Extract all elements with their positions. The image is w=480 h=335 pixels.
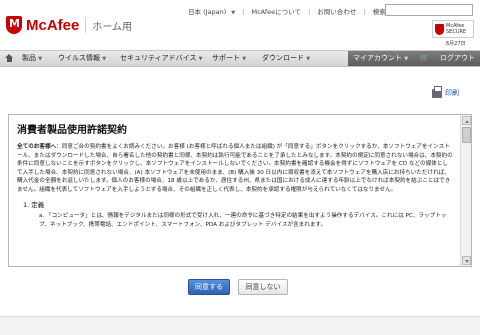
search-label: 検索	[372, 8, 386, 16]
license-paragraph-lead: 全てのお客様へ	[17, 144, 57, 150]
nav-item-products[interactable]: 製品 ▼	[22, 51, 42, 66]
license-section-heading: 1. 定義	[23, 201, 45, 209]
agree-button[interactable]: 同意する	[188, 279, 230, 295]
nav-label: サポート	[212, 54, 240, 62]
nav-label: セキュリティアドバイス	[120, 54, 197, 62]
nav-item-security-advice[interactable]: セキュリティアドバイス ▼	[120, 51, 202, 66]
chevron-down-icon: ▼	[404, 56, 409, 62]
contact-link[interactable]: お問い合わせ	[317, 8, 356, 16]
home-icon[interactable]	[5, 54, 14, 62]
scroll-thumb[interactable]	[462, 127, 471, 143]
chevron-down-icon: ▼	[102, 56, 107, 62]
secure-badge[interactable]: McAfee SECURE	[432, 20, 474, 38]
nav-item-my-account[interactable]: マイアカウント ▼	[353, 51, 408, 66]
mcafee-shield-icon	[6, 16, 22, 34]
top-links: 日本 (Japan) ▼ | McAfeeについて | お問い合わせ | 検索	[188, 6, 391, 16]
license-definition-item: a. 「コンピュータ」とは、情報をデジタルまたは同様の形式で受け入れ、一連の命令…	[39, 213, 447, 228]
divider: |	[242, 8, 245, 16]
divider	[85, 17, 87, 33]
about-link[interactable]: McAfeeについて	[252, 8, 302, 16]
chevron-down-icon: ▼	[38, 56, 43, 62]
printer-icon	[432, 85, 442, 98]
license-paragraph: 全てのお客様へ：同意ご合の契約書をよくお読みください。お客様 (お客様と呼ばれる…	[17, 143, 453, 194]
nav-label: ダウンロード	[262, 54, 304, 62]
print-label: 印刷	[445, 89, 459, 97]
search-input[interactable]	[385, 4, 473, 16]
disagree-button[interactable]: 同意しない	[238, 279, 288, 295]
logout-link[interactable]: ログアウト	[440, 51, 475, 66]
print-link[interactable]: 印刷	[432, 85, 459, 98]
region-link[interactable]: 日本 (Japan)	[188, 8, 226, 16]
scroll-up-icon[interactable]	[462, 116, 471, 125]
scroll-down-icon[interactable]	[462, 256, 471, 265]
secure-badge-text: McAfee SECURE	[446, 23, 466, 35]
license-title: 消費者製品使用許諾契約	[17, 125, 127, 136]
nav-item-download[interactable]: ダウンロード ▼	[262, 51, 310, 66]
chevron-down-icon: ▼	[242, 56, 247, 62]
nav-item-support[interactable]: サポート ▼	[212, 51, 246, 66]
secure-date: 6月27日	[446, 41, 466, 47]
nav-label: ウイルス情報	[58, 54, 100, 62]
license-scrollbar[interactable]	[460, 115, 471, 266]
license-paragraph-body: ：同意ご合の契約書をよくお読みください。お客様 (お客様と呼ばれる個人または組織…	[17, 144, 453, 193]
region-caret-icon: ▼	[231, 10, 236, 16]
nav-item-virus-info[interactable]: ウイルス情報 ▼	[58, 51, 106, 66]
nav-label: 製品	[22, 54, 36, 62]
nav-label: マイアカウント	[353, 54, 402, 62]
brand-subtitle: ホーム用	[92, 21, 133, 33]
logo[interactable]: McAfee ホーム用	[6, 16, 132, 34]
chevron-down-icon: ▼	[198, 56, 203, 62]
divider: |	[363, 8, 366, 16]
page: 日本 (Japan) ▼ | McAfeeについて | お問い合わせ | 検索 M…	[0, 0, 480, 335]
cart-icon[interactable]: 🛒	[420, 51, 429, 66]
brand-name: McAfee	[26, 16, 80, 34]
chevron-down-icon: ▼	[306, 56, 311, 62]
main-nav: 製品 ▼ ウイルス情報 ▼ セキュリティアドバイス ▼ サポート ▼ ダウンロー…	[0, 50, 480, 67]
account-nav: マイアカウント ▼ 🛒 ログアウト	[348, 51, 480, 66]
secure-shield-icon	[435, 23, 444, 35]
divider: |	[308, 8, 311, 16]
footer-bar	[0, 316, 480, 335]
license-content: 消費者製品使用許諾契約 全てのお客様へ：同意ご合の契約書をよくお読みください。お…	[9, 115, 461, 235]
secure-badge-line2: SECURE	[446, 29, 467, 35]
license-agreement-box[interactable]: 消費者製品使用許諾契約 全てのお客様へ：同意ご合の契約書をよくお読みください。お…	[8, 114, 472, 267]
